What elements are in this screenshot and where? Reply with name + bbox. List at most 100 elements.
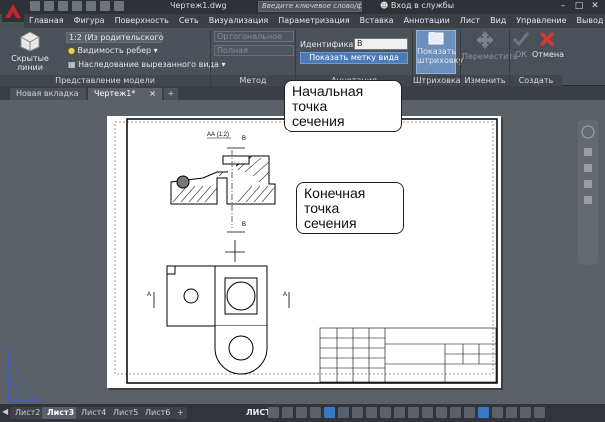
show-hatch-button[interactable]: Показать штриховку (416, 30, 463, 74)
redo-icon[interactable] (114, 1, 124, 11)
isolate-icon[interactable] (492, 407, 503, 418)
plan-view[interactable] (166, 265, 268, 375)
move-button[interactable]: Переместить (462, 30, 518, 72)
bulb-icon: ● (68, 46, 75, 55)
app-menu-button[interactable] (2, 0, 24, 22)
sign-in-label: Вход в службы (390, 1, 455, 10)
ribbon-tab[interactable]: Управление (511, 14, 571, 28)
user-icon: ☻ (380, 1, 389, 10)
layout-tab-5[interactable]: Лист5 (108, 407, 144, 419)
annotation-scale-icon[interactable] (394, 407, 405, 418)
layout-tab-6[interactable]: Лист6 (140, 407, 176, 419)
otrack-icon[interactable] (338, 407, 349, 418)
lineweight-icon[interactable] (352, 407, 363, 418)
annotation-monitor-icon[interactable] (436, 407, 447, 418)
edge-visibility-label: Видимость ребер (77, 46, 152, 55)
projection-combo[interactable]: Ортогональное (214, 31, 294, 42)
status-bar: ◀ Лист2 Лист3 Лист4 Лист5 Лист6 + ЛИСТ (0, 404, 605, 422)
ribbon-tab[interactable]: Сеть (174, 14, 204, 28)
osnap-icon[interactable] (324, 407, 335, 418)
ribbon-tab[interactable]: Фигура (69, 14, 110, 28)
mark-a-right: A (283, 292, 287, 298)
ribbon-tab[interactable]: Поверхность (110, 14, 174, 28)
checkmark-icon (512, 32, 530, 47)
ribbon-tab[interactable]: Вид (485, 14, 511, 28)
autocad-logo-icon (5, 4, 21, 18)
snap-icon[interactable] (282, 407, 293, 418)
layout-tab-4[interactable]: Лист4 (76, 407, 112, 419)
edge-visibility-button[interactable]: ● Видимость ребер ▾ (68, 46, 158, 55)
callout-start-point: Начальная точка сечения (284, 80, 402, 132)
show-view-label-button[interactable]: Показать метку вида (300, 52, 408, 64)
hidden-lines-button[interactable]: Скрытые линии (4, 30, 56, 72)
add-tab-button[interactable]: + (164, 88, 178, 100)
new-icon[interactable] (30, 1, 40, 11)
ucs-icon (7, 348, 40, 401)
ok-button[interactable]: ОК (510, 30, 532, 72)
quick-access-toolbar (30, 1, 124, 11)
drawing-canvas[interactable]: АА (1:2) B B A A Начальная точка сечения… (0, 80, 605, 404)
panel-create: Создать (510, 75, 562, 86)
printable-area (114, 121, 494, 375)
selection-cycling-icon[interactable] (380, 407, 391, 418)
panel-method: Метод (211, 75, 295, 86)
ribbon-tab[interactable]: Вывод (571, 14, 605, 28)
cancel-button[interactable]: Отмена (532, 30, 564, 72)
hatch-icon (428, 32, 444, 45)
cut-inheritance-button[interactable]: ▦ Наследование вырезанного вида ▾ (68, 60, 226, 69)
sign-in-button[interactable]: ☻ Вход в службы (380, 1, 454, 10)
tab-drawing1[interactable]: Чертеж1* × (88, 88, 162, 100)
print-icon[interactable] (86, 1, 96, 11)
tabs-scroll-left-icon[interactable]: ◀ (2, 407, 8, 416)
drawing-svg: АА (1:2) B B A A (114, 118, 498, 384)
grid-icon[interactable] (268, 407, 279, 418)
close-icon[interactable]: ✕ (587, 0, 603, 13)
status-toggles (268, 407, 545, 418)
layout-tab-3[interactable]: Лист3 (42, 407, 80, 419)
navigation-bar[interactable] (578, 120, 598, 265)
identifier-input[interactable]: B (354, 38, 408, 50)
tab-close-icon[interactable]: × (149, 88, 156, 100)
customize-menu-icon[interactable] (534, 407, 545, 418)
transparency-icon[interactable] (366, 407, 377, 418)
save-as-icon[interactable] (72, 1, 82, 11)
undo-icon[interactable] (100, 1, 110, 11)
polar-icon[interactable] (310, 407, 321, 418)
minimize-icon[interactable]: – (555, 0, 571, 13)
search-input[interactable]: Введите ключевое слово/фразу (258, 1, 362, 12)
panel-modify: Изменить (461, 75, 509, 86)
ribbon-tab[interactable]: Лист (455, 14, 485, 28)
paper-sheet: АА (1:2) B B A A (107, 116, 501, 388)
ribbon-tab[interactable]: Параметризация (273, 14, 354, 28)
ribbon-tab[interactable]: Главная (24, 14, 69, 28)
ribbon-tab[interactable]: Аннотации (399, 14, 455, 28)
restore-icon[interactable]: □ (571, 0, 587, 13)
add-layout-button[interactable]: + (174, 407, 187, 419)
paper-space-label[interactable]: ЛИСТ (246, 407, 271, 419)
plus-icon[interactable] (478, 407, 489, 418)
units-icon[interactable] (450, 407, 461, 418)
nav-tools-icon (581, 125, 595, 204)
show-hatch-label-1: Показать (417, 47, 457, 56)
clean-screen-icon[interactable] (520, 407, 531, 418)
save-icon[interactable] (58, 1, 68, 11)
ribbon: Скрытые линии 1:2 (Из родительского ● Ви… (0, 28, 605, 86)
cube-icon (20, 31, 40, 52)
callout-start-pointer (245, 130, 289, 155)
layout-tab-2[interactable]: Лист2 (10, 407, 46, 419)
callout-end-point: Конечная точка сечения (296, 182, 404, 234)
tab-new[interactable]: Новая вкладка (10, 88, 86, 100)
tab-drawing1-label: Чертеж1* (94, 89, 136, 98)
workspace-icon[interactable] (422, 407, 433, 418)
hidden-lines-label: Скрытые линии (11, 54, 49, 72)
ortho-icon[interactable] (296, 407, 307, 418)
annotation-visibility-icon[interactable] (408, 407, 419, 418)
section-method-combo[interactable]: Полная (214, 45, 294, 56)
ribbon-tab[interactable]: Визуализация (204, 14, 274, 28)
hardware-acceleration-icon[interactable] (506, 407, 517, 418)
scale-combo[interactable]: 1:2 (Из родительского (66, 32, 164, 43)
gear-icon[interactable] (464, 407, 475, 418)
ribbon-tab[interactable]: Вставка (355, 14, 399, 28)
callout-end-line3: сечения (304, 215, 357, 231)
open-icon[interactable] (44, 1, 54, 11)
